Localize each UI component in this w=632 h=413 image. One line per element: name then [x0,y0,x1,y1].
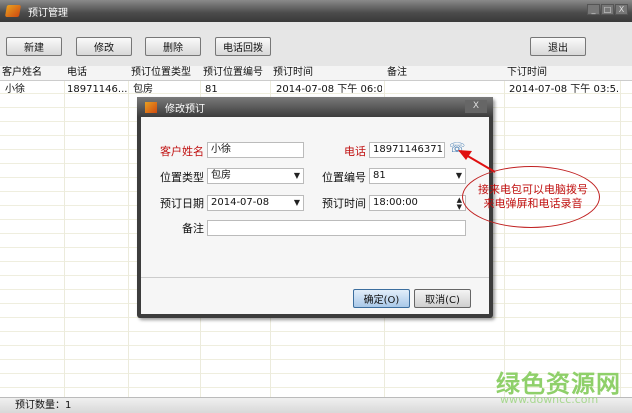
annotation-text: 接来电包可以电脑拨号 来电弹屏和电话录音 [468,183,598,211]
annotation-line-1: 接来电包可以电脑拨号 [478,183,588,196]
annotation-line-2: 来电弹屏和电话录音 [483,197,583,210]
